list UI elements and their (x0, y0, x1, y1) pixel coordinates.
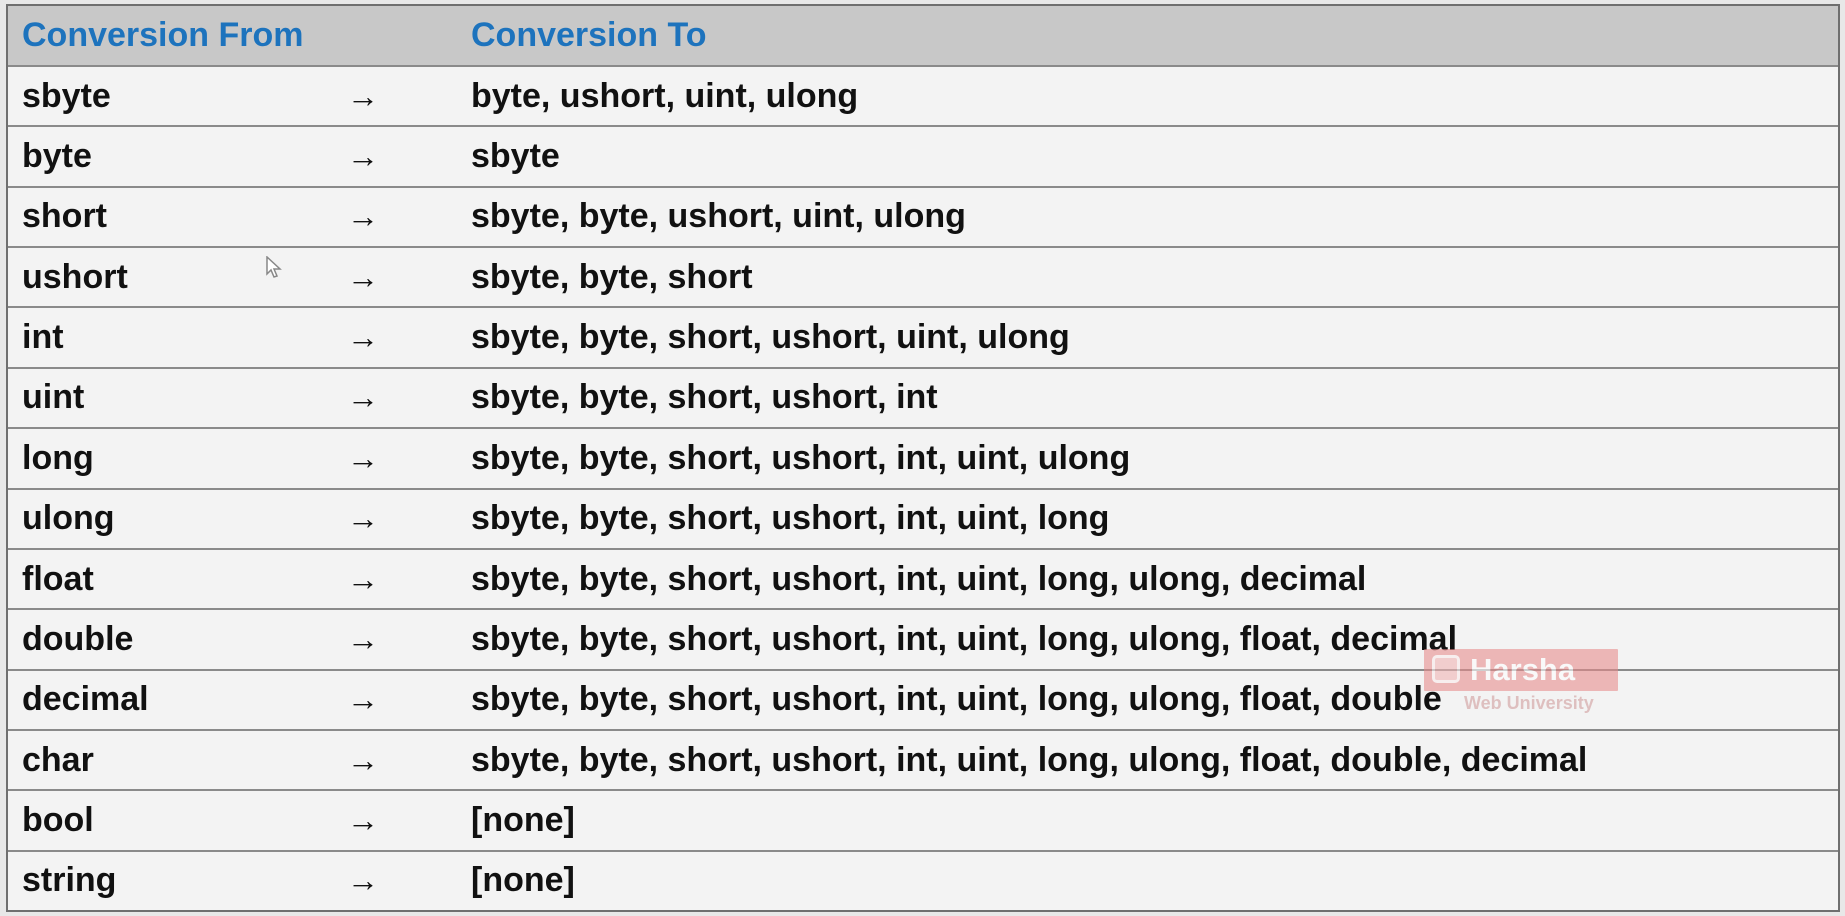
arrow-right-icon: → (347, 439, 379, 476)
row-to-cell: byte, ushort, uint, ulong (471, 76, 859, 115)
arrow-right-icon: → (347, 258, 379, 295)
row-from-cell: char (22, 740, 94, 779)
table-row: ushort → sbyte, byte, short (8, 246, 1838, 306)
row-from-cell: ulong (22, 499, 115, 538)
row-from-cell: string (22, 861, 117, 900)
arrow-right-icon: → (347, 379, 379, 416)
row-to-cell: sbyte, byte, short, ushort, int, uint, u… (471, 438, 1131, 477)
row-to-cell: [none] (471, 800, 575, 839)
header-conversion-to: Conversion To (471, 16, 707, 54)
table-row: float → sbyte, byte, short, ushort, int,… (8, 547, 1838, 608)
row-to-cell: sbyte, byte, short, ushort, int, uint, l… (471, 559, 1367, 598)
row-to-cell: sbyte, byte, short, ushort, int, uint, l… (471, 499, 1110, 538)
table-row: short → sbyte, byte, ushort, uint, ulong (8, 185, 1838, 246)
arrow-right-icon: → (347, 620, 379, 657)
arrow-right-icon: → (347, 560, 379, 597)
row-from-cell: decimal (22, 680, 149, 719)
table-row: double → sbyte, byte, short, ushort, int… (8, 608, 1838, 668)
row-from-cell: short (22, 197, 107, 236)
table-row: string → [none] (8, 849, 1838, 910)
row-to-cell: sbyte (471, 137, 560, 176)
row-to-cell: sbyte, byte, short, ushort, int, uint, l… (471, 619, 1458, 658)
table-row: bool → [none] (8, 789, 1838, 849)
row-from-cell: double (22, 619, 134, 658)
table-header-row: Conversion From Conversion To (8, 6, 1838, 65)
row-to-cell: sbyte, byte, short, ushort, int (471, 378, 938, 417)
row-from-cell: long (22, 438, 94, 477)
arrow-right-icon: → (347, 198, 379, 235)
table-row: long → sbyte, byte, short, ushort, int, … (8, 427, 1838, 487)
row-from-cell: uint (22, 378, 85, 417)
table-row: int → sbyte, byte, short, ushort, uint, … (8, 306, 1838, 366)
mouse-pointer-icon (266, 256, 282, 278)
row-from-cell: sbyte (22, 76, 111, 115)
row-to-cell: sbyte, byte, short (471, 257, 753, 296)
row-to-cell: sbyte, byte, short, ushort, int, uint, l… (471, 680, 1442, 719)
row-to-cell: [none] (471, 861, 575, 900)
row-from-cell: bool (22, 800, 94, 839)
table-row: decimal → sbyte, byte, short, ushort, in… (8, 668, 1838, 729)
table-row: sbyte → byte, ushort, uint, ulong (8, 65, 1838, 125)
arrow-right-icon: → (347, 500, 379, 537)
table-row: char → sbyte, byte, short, ushort, int, … (8, 728, 1838, 789)
row-from-cell: ushort (22, 257, 128, 296)
row-to-cell: sbyte, byte, short, ushort, uint, ulong (471, 318, 1070, 357)
header-conversion-from: Conversion From (22, 16, 304, 54)
arrow-right-icon: → (347, 801, 379, 838)
row-to-cell: sbyte, byte, ushort, uint, ulong (471, 197, 966, 236)
arrow-right-icon: → (347, 741, 379, 778)
row-from-cell: float (22, 559, 94, 598)
arrow-right-icon: → (347, 862, 379, 899)
arrow-right-icon: → (347, 319, 379, 356)
arrow-right-icon: → (347, 681, 379, 718)
arrow-right-icon: → (347, 138, 379, 175)
row-from-cell: int (22, 318, 64, 357)
table-row: byte → sbyte (8, 125, 1838, 185)
row-to-cell: sbyte, byte, short, ushort, int, uint, l… (471, 740, 1588, 779)
table-row: uint → sbyte, byte, short, ushort, int (8, 366, 1838, 427)
arrow-right-icon: → (347, 77, 379, 114)
conversion-table: Conversion From Conversion To sbyte → by… (6, 4, 1840, 912)
row-from-cell: byte (22, 137, 92, 176)
table-row: ulong → sbyte, byte, short, ushort, int,… (8, 487, 1838, 548)
